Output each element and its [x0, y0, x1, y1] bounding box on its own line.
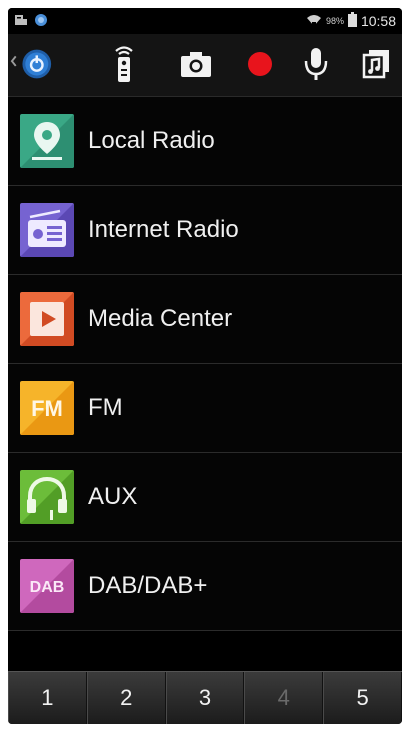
- menu-item-internet-radio[interactable]: Internet Radio: [8, 186, 402, 275]
- aux-icon: [20, 470, 74, 524]
- remote-icon[interactable]: [102, 42, 146, 86]
- status-left: [14, 13, 48, 30]
- device-screen: 98% 10:58 Local Radio Internet Radio Med…: [8, 8, 402, 724]
- camera-icon[interactable]: [174, 42, 218, 86]
- menu-item-dab[interactable]: DAB DAB/DAB+: [8, 542, 402, 631]
- menu-item-local-radio[interactable]: Local Radio: [8, 97, 402, 186]
- menu-label: Media Center: [88, 305, 233, 332]
- battery-icon: [347, 12, 357, 30]
- menu-label: Local Radio: [88, 127, 215, 154]
- music-library-icon[interactable]: [354, 42, 398, 86]
- wifi-icon: [306, 13, 322, 30]
- preset-button-3[interactable]: 3: [165, 672, 245, 724]
- battery-percent: 98%: [325, 16, 344, 26]
- preset-button-4[interactable]: 4: [244, 672, 324, 724]
- action-bar: [8, 34, 402, 97]
- back-app-icon[interactable]: [10, 42, 54, 86]
- microphone-icon[interactable]: [294, 42, 338, 86]
- preset-number-bar: 1 2 3 4 5: [8, 671, 402, 724]
- status-bar: 98% 10:58: [8, 8, 402, 34]
- menu-label: DAB/DAB+: [88, 572, 208, 599]
- dab-icon: DAB: [20, 559, 74, 613]
- android-icon: [34, 13, 48, 30]
- internet-radio-icon: [20, 203, 74, 257]
- menu-label: Internet Radio: [88, 216, 239, 243]
- menu-label: FM: [88, 394, 123, 421]
- media-center-icon: [20, 292, 74, 346]
- record-icon[interactable]: [238, 42, 282, 86]
- status-right: 98% 10:58: [306, 12, 396, 30]
- preset-button-2[interactable]: 2: [86, 672, 166, 724]
- menu-item-aux[interactable]: AUX: [8, 453, 402, 542]
- fm-icon: FM: [20, 381, 74, 435]
- svg-text:DAB: DAB: [30, 579, 65, 596]
- svg-text:FM: FM: [31, 396, 63, 421]
- preset-button-5[interactable]: 5: [323, 672, 402, 724]
- notification-icon: [14, 13, 28, 30]
- status-time: 10:58: [360, 13, 396, 29]
- menu-item-media-center[interactable]: Media Center: [8, 275, 402, 364]
- source-menu: Local Radio Internet Radio Media Center …: [8, 97, 402, 631]
- menu-label: AUX: [88, 483, 138, 510]
- menu-item-fm[interactable]: FM FM: [8, 364, 402, 453]
- local-radio-icon: [20, 114, 74, 168]
- preset-button-1[interactable]: 1: [8, 672, 87, 724]
